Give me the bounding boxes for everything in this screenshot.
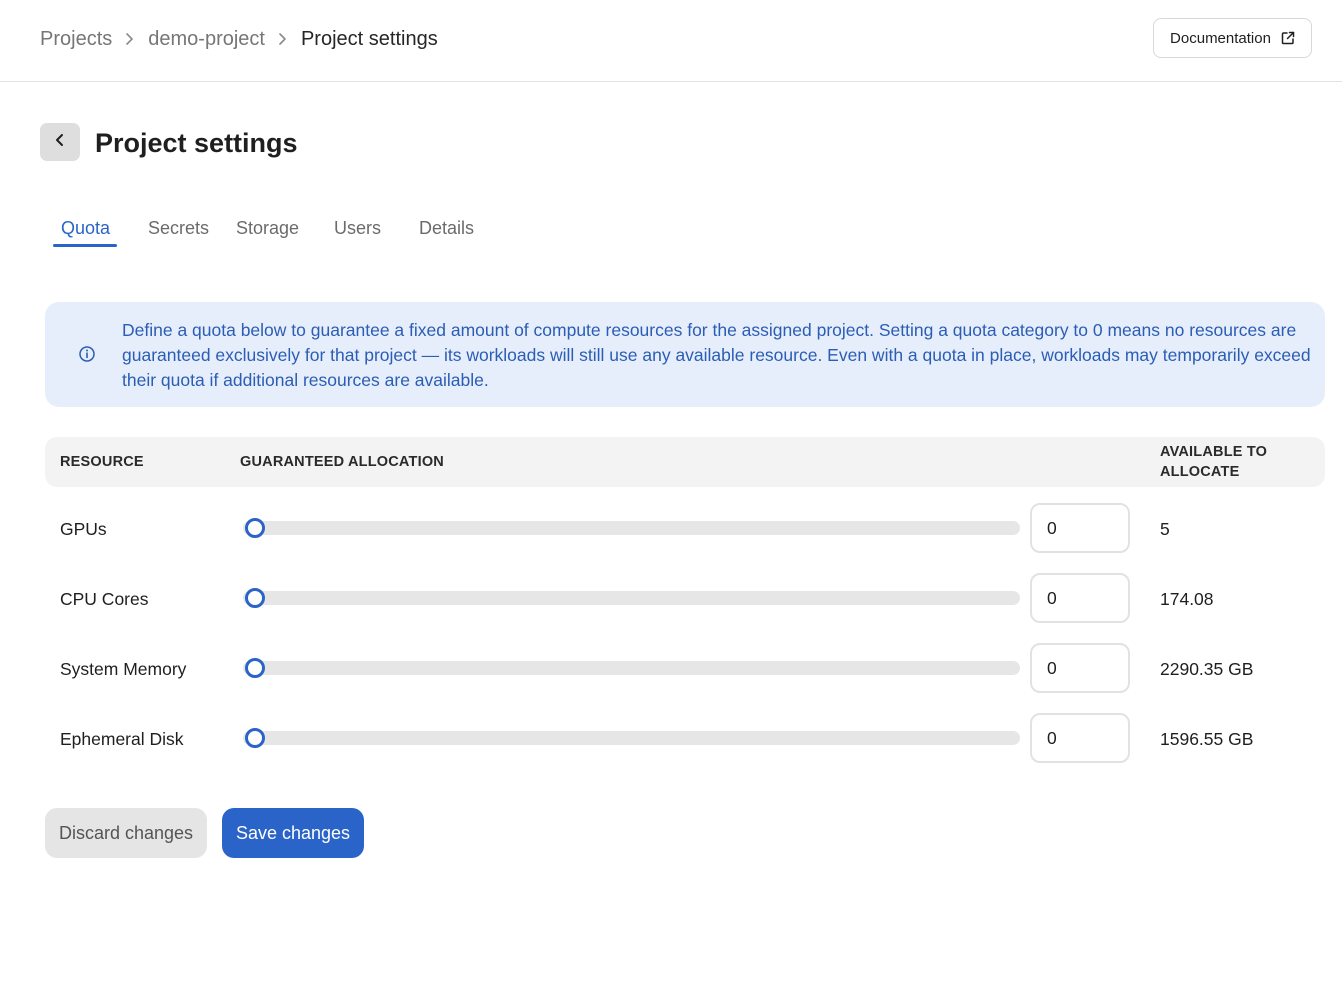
chevron-right-icon <box>119 26 141 52</box>
quota-row-ephemeral-disk: Ephemeral Disk 1596.55 GB <box>45 709 1325 769</box>
info-icon <box>78 345 96 363</box>
allocation-slider[interactable] <box>243 588 1020 608</box>
available-value: 5 <box>1160 519 1170 539</box>
resource-label: CPU Cores <box>60 589 149 609</box>
back-button[interactable] <box>40 123 80 161</box>
resource-label: GPUs <box>60 519 107 539</box>
chevron-left-icon <box>53 132 67 153</box>
discard-changes-button[interactable]: Discard changes <box>45 808 207 858</box>
tab-users[interactable]: Users <box>334 216 381 240</box>
breadcrumb-demo-project[interactable]: demo-project <box>148 26 265 52</box>
slider-handle[interactable] <box>245 518 265 538</box>
available-value: 2290.35 GB <box>1160 659 1254 679</box>
allocation-slider[interactable] <box>243 518 1020 538</box>
external-link-icon <box>1281 31 1295 45</box>
tab-details[interactable]: Details <box>419 216 474 240</box>
top-bar: Projects demo-project Project settings D… <box>0 0 1342 82</box>
breadcrumb: Projects demo-project Project settings <box>40 26 438 52</box>
column-header-resource: RESOURCE <box>60 454 144 470</box>
allocation-slider[interactable] <box>243 728 1020 748</box>
page-title: Project settings <box>95 128 298 158</box>
allocation-input[interactable] <box>1030 503 1130 553</box>
slider-handle[interactable] <box>245 658 265 678</box>
allocation-input[interactable] <box>1030 713 1130 763</box>
slider-handle[interactable] <box>245 728 265 748</box>
tab-secrets[interactable]: Secrets <box>148 216 209 240</box>
info-banner: Define a quota below to guarantee a fixe… <box>45 302 1325 407</box>
available-value: 1596.55 GB <box>1160 729 1254 749</box>
allocation-input[interactable] <box>1030 573 1130 623</box>
available-value: 174.08 <box>1160 589 1214 609</box>
documentation-button[interactable]: Documentation <box>1153 18 1312 58</box>
tab-quota[interactable]: Quota <box>61 216 110 240</box>
tab-storage[interactable]: Storage <box>236 216 299 240</box>
active-tab-indicator <box>53 244 117 247</box>
chevron-right-icon <box>272 26 294 52</box>
info-text: Define a quota below to guarantee a fixe… <box>122 320 1311 390</box>
slider-handle[interactable] <box>245 588 265 608</box>
save-changes-button[interactable]: Save changes <box>222 808 364 858</box>
documentation-label: Documentation <box>1170 29 1271 47</box>
allocation-slider[interactable] <box>243 658 1020 678</box>
quota-table-header: RESOURCE GUARANTEED ALLOCATION AVAILABLE… <box>45 437 1325 487</box>
column-header-allocation: GUARANTEED ALLOCATION <box>240 454 444 470</box>
quota-row-gpus: GPUs 5 <box>45 499 1325 559</box>
quota-row-cpu-cores: CPU Cores 174.08 <box>45 569 1325 629</box>
quota-row-system-memory: System Memory 2290.35 GB <box>45 639 1325 699</box>
resource-label: Ephemeral Disk <box>60 729 184 749</box>
column-header-available: AVAILABLE TO ALLOCATE <box>1160 444 1268 480</box>
breadcrumb-projects[interactable]: Projects <box>40 26 112 52</box>
resource-label: System Memory <box>60 659 187 679</box>
breadcrumb-current: Project settings <box>300 28 438 50</box>
allocation-input[interactable] <box>1030 643 1130 693</box>
